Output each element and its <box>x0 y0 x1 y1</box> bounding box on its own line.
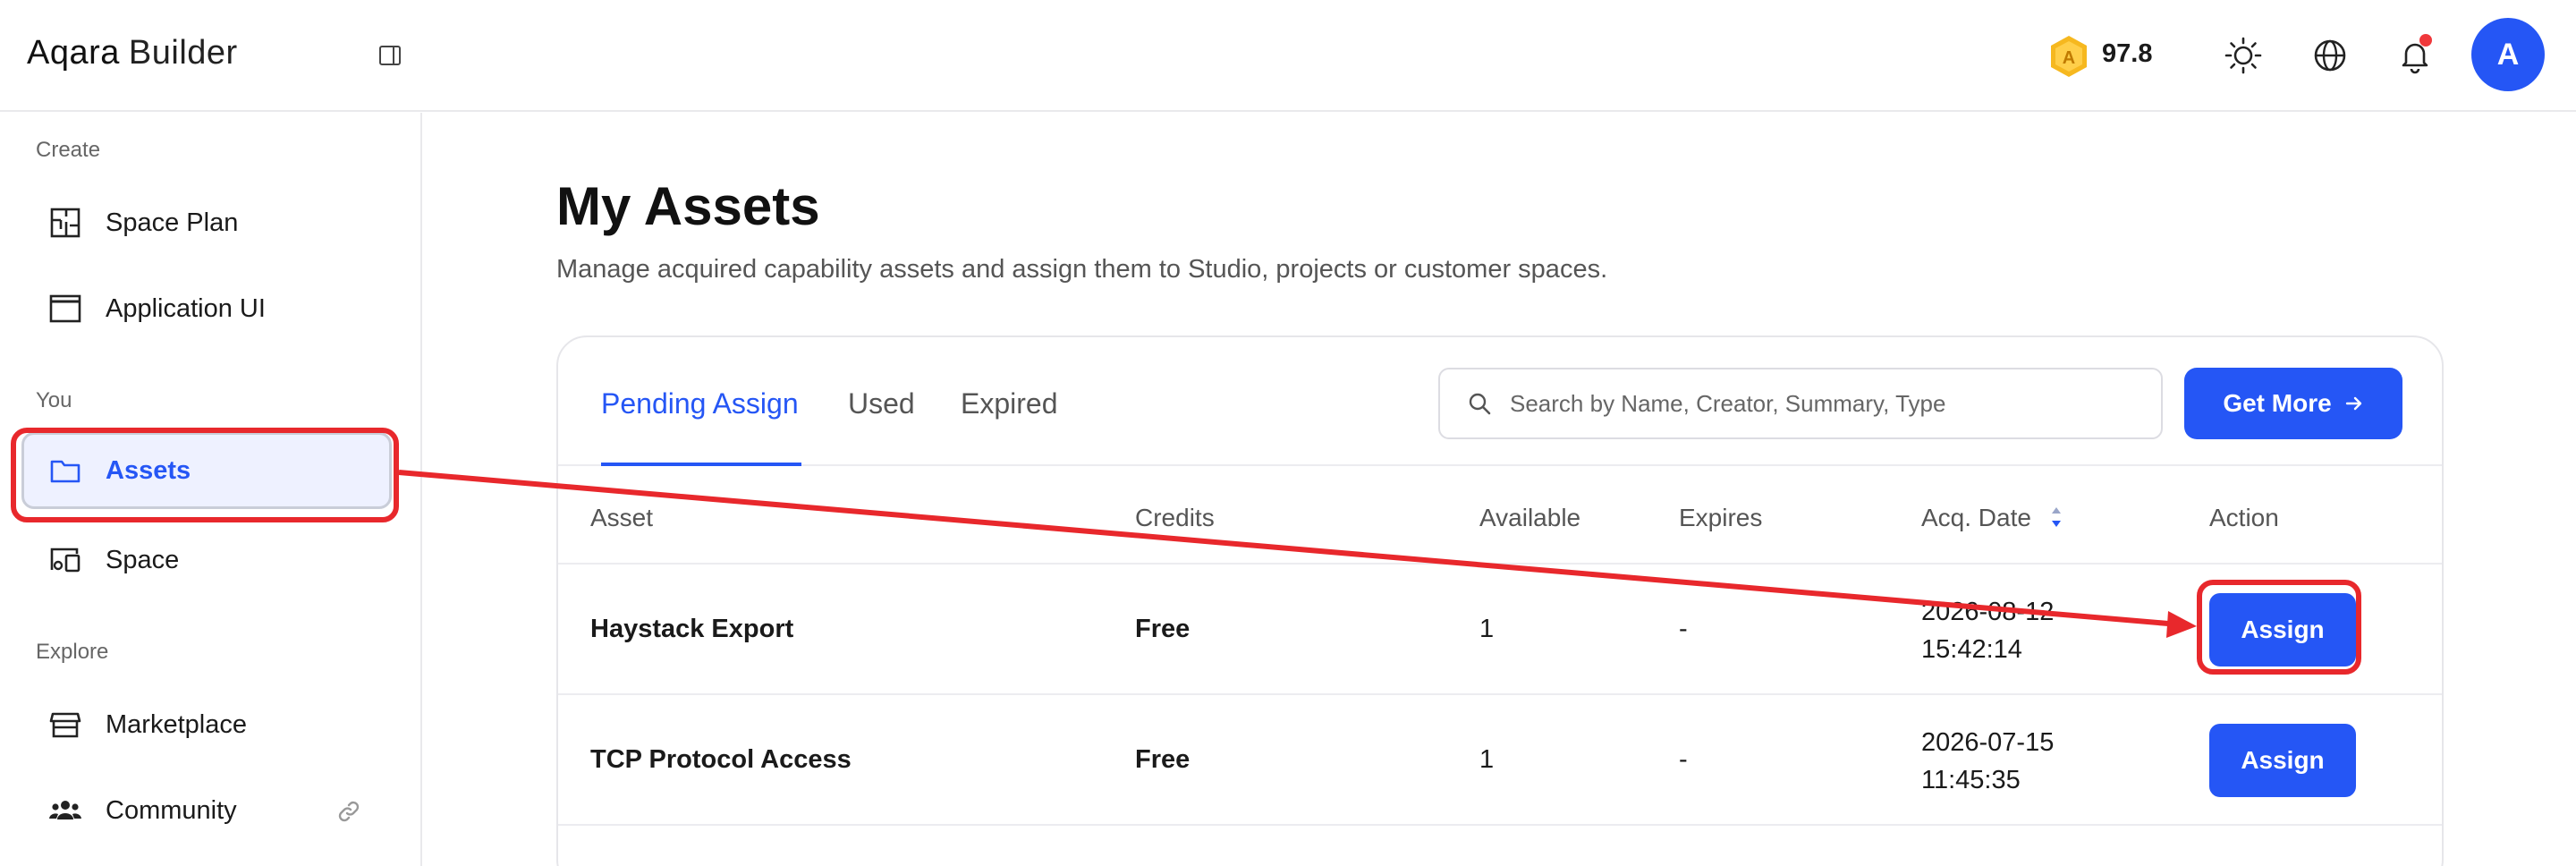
tab-bar: Pending Assign Used Expired Get More <box>558 337 2442 466</box>
acq-date-time: 11:45:35 <box>1921 766 2021 794</box>
column-header-expires: Expires <box>1679 504 1763 531</box>
section-title-create: Create <box>36 138 101 162</box>
page-description: Manage acquired capability assets and as… <box>556 255 1608 284</box>
search-box[interactable] <box>1438 368 2163 439</box>
highlight-box-assets <box>11 428 399 522</box>
people-icon <box>48 794 82 828</box>
asset-name: Haystack Export <box>590 615 794 643</box>
column-header-available: Available <box>1479 504 1581 531</box>
column-header-asset: Asset <box>590 504 654 531</box>
get-more-label: Get More <box>2223 389 2332 417</box>
floorplan-icon <box>48 206 82 240</box>
sidebar-item-community[interactable]: Community <box>21 772 392 849</box>
sidebar-item-label: Application UI <box>106 293 266 323</box>
asset-acq-date: 2026-07-15 11:45:35 <box>1921 724 2054 799</box>
sidebar-item-marketplace[interactable]: Marketplace <box>21 686 392 763</box>
window-icon <box>48 292 82 326</box>
asset-credits: Free <box>1135 615 1191 643</box>
section-title-you: You <box>36 388 72 412</box>
acq-date-day: 2026-08-12 <box>1921 598 2055 626</box>
asset-available: 1 <box>1479 745 1495 774</box>
arrow-right-icon <box>2345 396 2361 411</box>
store-icon <box>48 708 82 742</box>
sun-icon[interactable] <box>2224 36 2263 75</box>
highlight-box-assign <box>2197 580 2361 675</box>
sidebar-item-application-ui[interactable]: Application UI <box>21 270 392 347</box>
asset-credits: Free <box>1135 745 1191 774</box>
search-icon <box>1469 393 1491 415</box>
asset-expires: - <box>1679 615 1688 643</box>
get-more-button[interactable]: Get More <box>2184 368 2402 439</box>
svg-text:A: A <box>2063 48 2075 68</box>
sidebar-item-label: Community <box>106 795 237 825</box>
sidebar-item-label: Space <box>106 545 180 574</box>
asset-acq-date: 2026-08-12 15:42:14 <box>1921 593 2054 668</box>
assign-button[interactable]: Assign <box>2209 724 2356 797</box>
column-header-action: Action <box>2209 504 2279 531</box>
acq-date-day: 2026-07-15 <box>1921 728 2055 757</box>
asset-name: TCP Protocol Access <box>590 745 852 774</box>
sidebar-item-space[interactable]: Space <box>21 522 392 599</box>
credit-balance: 97.8 <box>2102 39 2153 68</box>
sort-icon[interactable] <box>2046 500 2066 534</box>
tab-used[interactable]: Used <box>848 387 915 420</box>
column-header-credits: Credits <box>1135 504 1215 531</box>
tab-pending-assign[interactable]: Pending Assign <box>601 387 799 420</box>
sidebar-toggle-icon[interactable] <box>376 41 404 70</box>
active-tab-indicator <box>601 463 801 466</box>
table-row: TCP Protocol Access Free 1 - 2026-07-15 1… <box>558 695 2442 826</box>
sidebar-item-label: Space Plan <box>106 208 239 237</box>
table-row: Haystack Export Free 1 - 2026-08-12 15:42… <box>558 565 2442 695</box>
link-icon <box>336 799 361 824</box>
devices-icon <box>48 543 82 577</box>
asset-expires: - <box>1679 745 1688 774</box>
section-title-explore: Explore <box>36 640 109 664</box>
sidebar-item-space-plan[interactable]: Space Plan <box>21 184 392 261</box>
tab-expired[interactable]: Expired <box>961 387 1058 420</box>
page-title: My Assets <box>556 176 820 236</box>
search-input[interactable] <box>1510 369 2136 437</box>
asset-available: 1 <box>1479 615 1495 643</box>
table-header: Asset Credits Available Expires Acq. Dat… <box>558 468 2442 565</box>
logo-brand: Aqara <box>27 33 120 72</box>
logo-sub: Builder <box>128 33 238 72</box>
avatar[interactable]: A <box>2471 18 2545 91</box>
acq-date-time: 15:42:14 <box>1921 635 2022 664</box>
notification-dot <box>2419 34 2432 47</box>
globe-icon[interactable] <box>2310 36 2350 75</box>
app-logo[interactable]: Aqara Builder <box>27 30 238 75</box>
column-header-acq-date[interactable]: Acq. Date <box>1921 504 2031 532</box>
coin-icon: A <box>2048 34 2089 79</box>
assets-card: Pending Assign Used Expired Get More Ass… <box>556 335 2444 866</box>
sidebar-item-label: Marketplace <box>106 709 247 739</box>
top-header: Aqara Builder A 97.8 A <box>0 0 2576 112</box>
